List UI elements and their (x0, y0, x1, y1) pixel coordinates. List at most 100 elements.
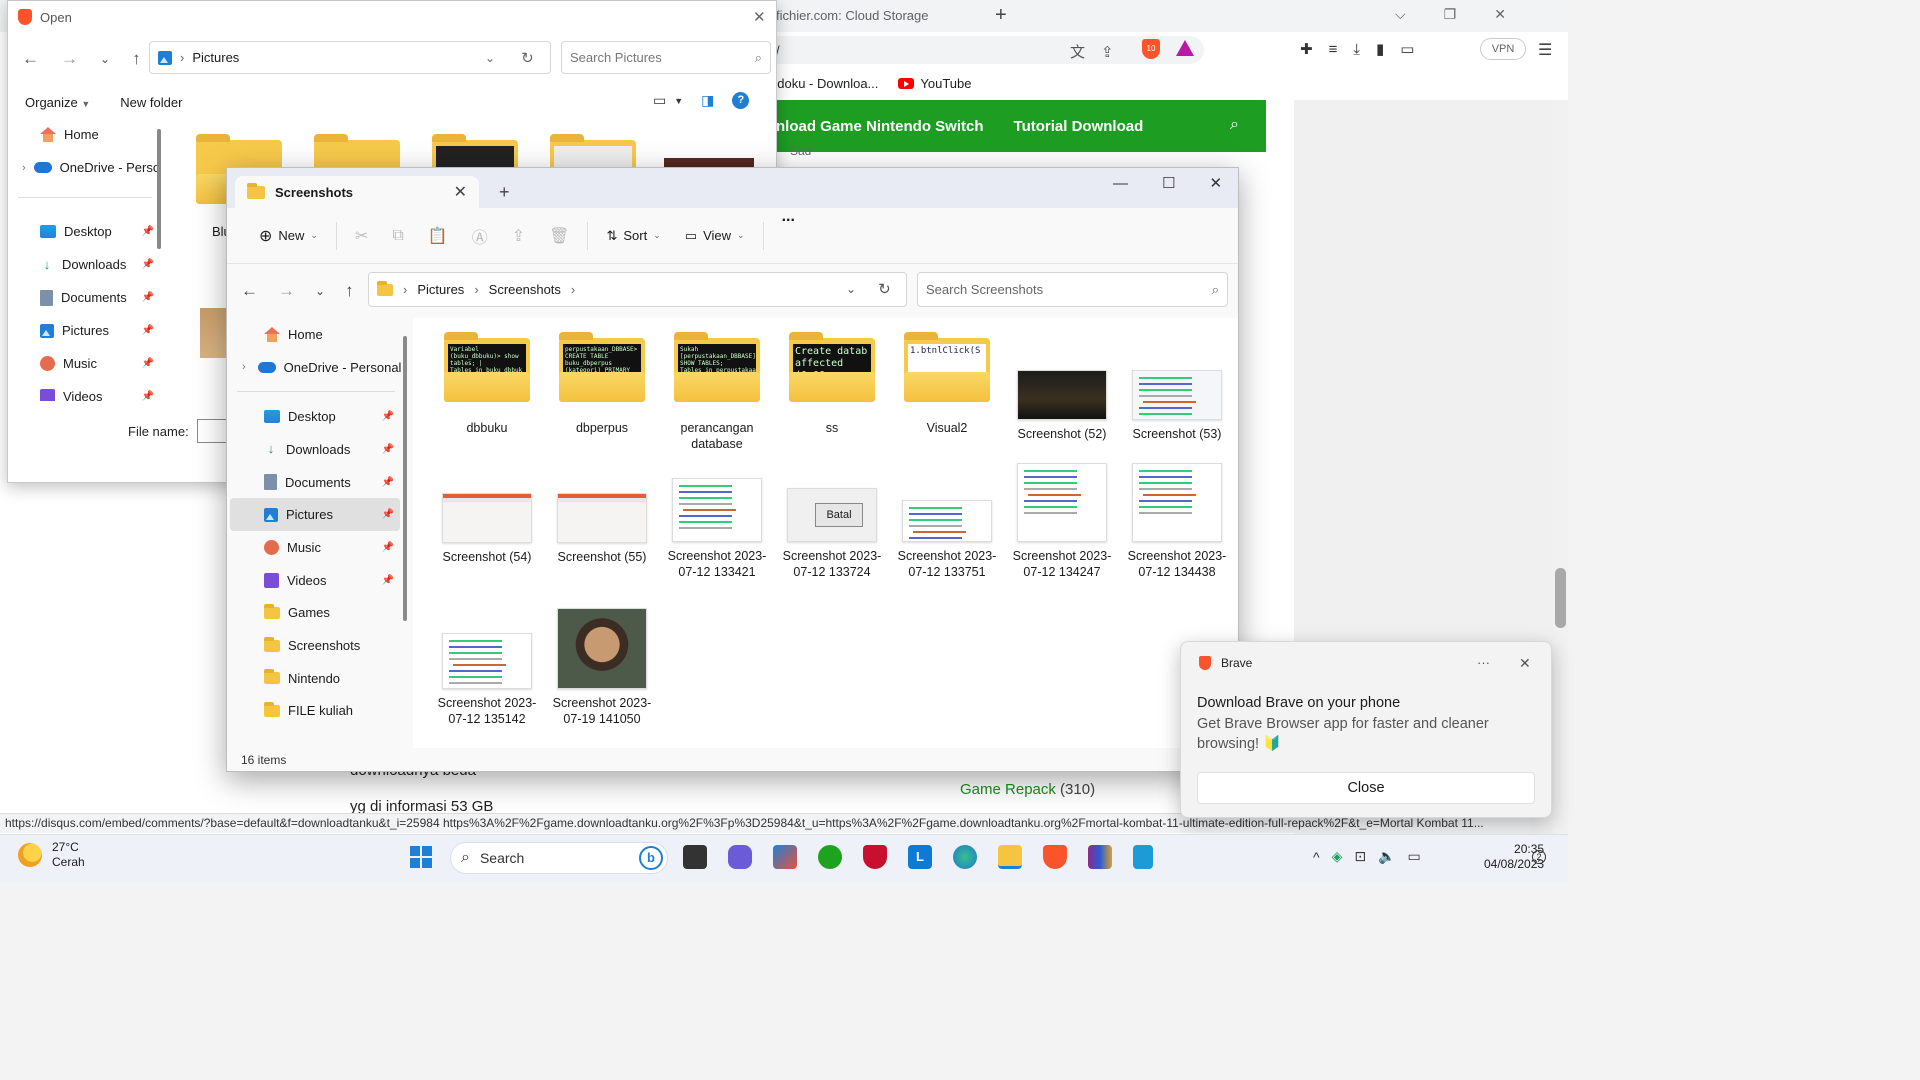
scrollbar-thumb[interactable] (1555, 568, 1566, 628)
image-item[interactable]: Screenshot (52) (1008, 338, 1116, 442)
sidebar-scrollbar[interactable] (403, 336, 407, 621)
wallet-icon[interactable]: ▭ (1400, 40, 1414, 58)
chevron-down-icon[interactable]: ▼ (674, 96, 683, 106)
rename-icon[interactable]: Ⓐ (460, 224, 500, 248)
sidebar-item-downloads[interactable]: ↓ Downloads 📌 (230, 433, 400, 466)
image-item[interactable]: Screenshot (53) (1123, 338, 1231, 442)
chevron-right-icon[interactable]: › (22, 162, 26, 174)
folder-item[interactable]: Sukah [perpustakaan_DBBASE]> SHOW TABLES… (663, 332, 771, 452)
sidebar-item-videos[interactable]: Videos 📌 (230, 564, 400, 597)
new-tab-icon[interactable]: + (499, 182, 510, 203)
back-icon[interactable]: ← (241, 281, 258, 301)
path-segment[interactable]: Pictures (192, 50, 239, 65)
mcafee-icon[interactable] (863, 845, 887, 869)
sidebar-item-documents[interactable]: Documents 📌 (8, 281, 160, 314)
image-item[interactable]: Screenshot 2023-07-19 141050 (548, 608, 656, 727)
image-item[interactable]: Screenshot 2023-07-12 134247 (1008, 463, 1116, 580)
up-icon[interactable]: ↑ (345, 281, 354, 301)
sidebar-item-videos[interactable]: Videos 📌 (8, 380, 160, 401)
translate-icon[interactable]: 文 (1070, 41, 1085, 62)
share-icon[interactable]: ⇪ (500, 226, 537, 246)
security-icon[interactable]: ◈ (1332, 848, 1343, 865)
image-item[interactable]: Batal Screenshot 2023-07-12 133724 (778, 463, 886, 580)
chevron-down-icon[interactable]: ⌵ (1395, 6, 1406, 23)
bookmark-youtube[interactable]: YouTube (898, 76, 972, 91)
sidebar-item-desktop[interactable]: Desktop 📌 (8, 215, 160, 248)
maximize-icon[interactable]: ☐ (1162, 174, 1175, 192)
chevron-up-icon[interactable]: ^ (1313, 849, 1320, 865)
sidebar-item-file-kuliah[interactable]: FILE kuliah (230, 695, 400, 728)
more-options-icon[interactable]: ··· (1477, 655, 1490, 670)
sidebar-icon[interactable]: ▮ (1376, 40, 1384, 58)
sidebar-item-nintendo[interactable]: Nintendo (230, 662, 400, 695)
sidebar-item-desktop[interactable]: Desktop 📌 (230, 400, 400, 433)
sidebar-item-pictures[interactable]: Pictures 📌 (230, 498, 400, 532)
minimize-icon[interactable]: — (1113, 175, 1128, 192)
weather-widget[interactable]: 27°C Cerah (18, 840, 85, 870)
brave-rewards-icon[interactable] (1176, 40, 1194, 56)
chevron-down-icon[interactable]: ⌄ (485, 51, 495, 65)
image-item[interactable]: Screenshot 2023-07-12 133421 (663, 463, 771, 580)
sidebar-item-downloads[interactable]: ↓ Downloads 📌 (8, 248, 160, 281)
forward-icon[interactable]: → (61, 49, 78, 69)
new-tab-icon[interactable]: + (995, 4, 1007, 27)
search-icon[interactable]: ⌕ (1230, 116, 1239, 134)
browser-tab-title[interactable]: fichier.com: Cloud Storage (776, 8, 928, 23)
taskbar-search[interactable]: ⌕ Search b (450, 842, 668, 874)
paste-icon[interactable]: 📋 (416, 226, 460, 246)
sidebar-item-onedrive[interactable]: › OneDrive - Personal (230, 351, 401, 384)
image-item[interactable]: Screenshot (54) (433, 463, 541, 565)
forward-icon[interactable]: → (278, 281, 295, 301)
sidebar-item-home[interactable]: Home (230, 318, 400, 351)
help-icon[interactable]: ? (732, 92, 750, 109)
chevron-down-icon[interactable]: ⌄ (846, 282, 856, 296)
organize-button[interactable]: Organize ▼ (25, 95, 90, 110)
close-button[interactable]: Close (1197, 772, 1535, 804)
bing-icon[interactable]: b (639, 846, 663, 870)
close-icon[interactable]: ✕ (454, 182, 467, 202)
breadcrumb-item[interactable]: Screenshots (489, 282, 561, 297)
sidebar-item-music[interactable]: Music 📌 (8, 347, 160, 380)
copy-icon[interactable]: ⧉ (380, 227, 415, 245)
close-icon[interactable]: ✕ (1209, 174, 1222, 192)
nav-link[interactable]: Tutorial Download (1014, 118, 1144, 135)
image-item[interactable]: Screenshot 2023-07-12 135142 (433, 608, 541, 727)
volume-icon[interactable]: 🔈 (1378, 848, 1395, 865)
up-icon[interactable]: ↑ (132, 49, 141, 69)
sidebar-scrollbar[interactable] (157, 129, 161, 249)
share-icon[interactable]: ⇪ (1101, 43, 1114, 61)
new-folder-button[interactable]: New folder (120, 95, 182, 110)
brave-shield-icon[interactable]: 10 (1142, 39, 1160, 59)
l-app-icon[interactable]: L (908, 845, 932, 869)
chevron-down-icon[interactable]: ⌄ (100, 52, 110, 66)
task-view-icon[interactable] (683, 845, 707, 869)
restore-icon[interactable]: ❐ (1444, 6, 1457, 23)
close-icon[interactable]: ✕ (1519, 655, 1531, 672)
start-icon[interactable] (410, 846, 432, 868)
nav-link[interactable]: nload Game Nintendo Switch (776, 118, 984, 135)
breadcrumb-item[interactable]: Pictures (417, 282, 464, 297)
sidebar-item-music[interactable]: Music 📌 (230, 531, 400, 564)
store-icon[interactable] (773, 845, 797, 869)
winrar-icon[interactable] (1088, 845, 1112, 869)
menu-icon[interactable]: ☰ (1538, 40, 1552, 60)
cut-icon[interactable]: ✂ (343, 226, 380, 246)
chevron-down-icon[interactable]: ⌄ (315, 284, 325, 298)
teams-chat-icon[interactable] (728, 845, 752, 869)
sidebar-item-screenshots[interactable]: Screenshots (230, 629, 400, 662)
view-icon[interactable]: ▭ (653, 92, 666, 109)
vpn-button[interactable]: VPN (1480, 38, 1526, 60)
image-item[interactable]: Screenshot 2023-07-12 133751 (893, 463, 1001, 580)
sidebar-item-home[interactable]: Home (8, 118, 160, 151)
back-icon[interactable]: ← (22, 49, 39, 69)
more-options-icon[interactable]: ... (770, 208, 807, 264)
search-input[interactable]: Search Pictures ⌕ (561, 41, 771, 74)
new-button[interactable]: ⊕ New ⌄ (247, 208, 330, 264)
image-item[interactable]: Screenshot (55) (548, 463, 656, 565)
folder-item[interactable]: Variabel (buku_dbbuku)> show tables; | T… (433, 332, 541, 436)
explorer-tab[interactable]: Screenshots ✕ (235, 176, 479, 208)
bookmark-item[interactable]: ndoku - Downloa... (770, 76, 878, 91)
page-scrollbar[interactable] (1553, 100, 1568, 834)
folder-item[interactable]: Create datab affected (0.00 ss (778, 332, 886, 436)
preview-pane-icon[interactable]: ◨ (701, 92, 714, 109)
